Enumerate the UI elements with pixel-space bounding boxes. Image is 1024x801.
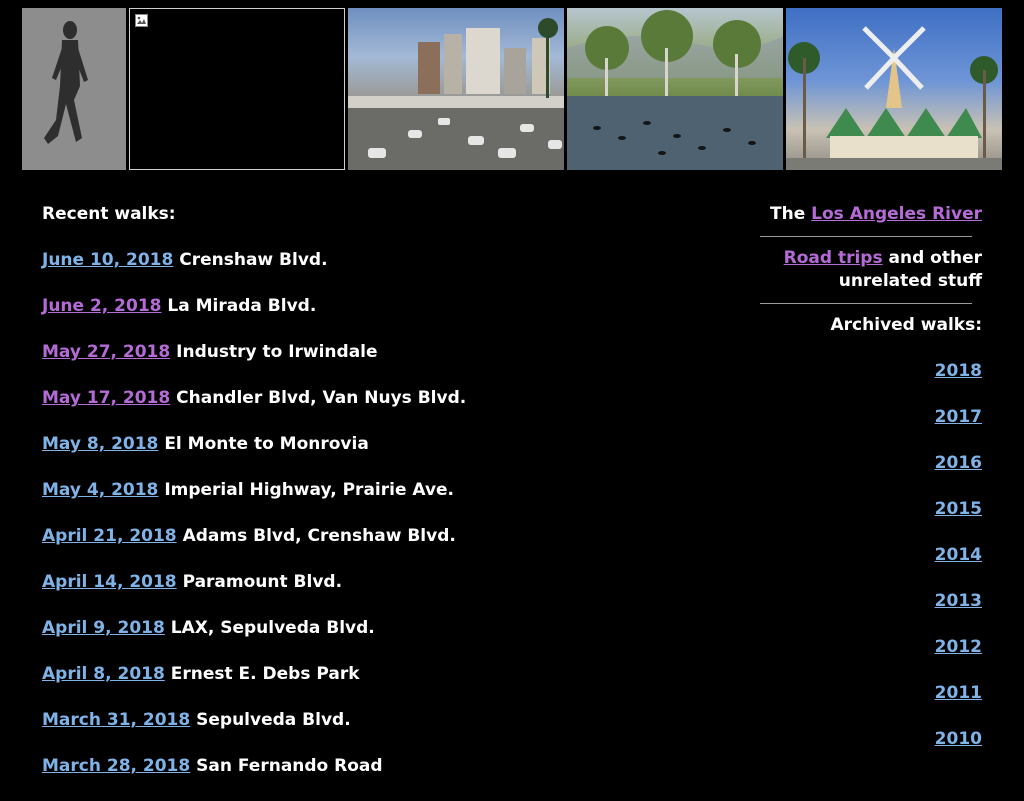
- walk-date-link[interactable]: March 28, 2018: [42, 756, 190, 776]
- walk-date-link[interactable]: May 17, 2018: [42, 388, 170, 408]
- recent-walks-list: June 10, 2018 Crenshaw Blvd. June 2, 201…: [42, 249, 466, 801]
- archive-year-link[interactable]: 2011: [935, 683, 982, 703]
- walk-date-link[interactable]: May 4, 2018: [42, 480, 158, 500]
- walk-title: Chandler Blvd, Van Nuys Blvd.: [176, 388, 467, 408]
- list-item: April 14, 2018 Paramount Blvd.: [42, 571, 466, 617]
- walk-title: Imperial Highway, Prairie Ave.: [164, 480, 455, 500]
- park-lake-photo: [567, 8, 783, 170]
- walk-date-link[interactable]: April 8, 2018: [42, 664, 165, 684]
- archive-year-link[interactable]: 2014: [935, 545, 982, 565]
- walk-date-link[interactable]: March 31, 2018: [42, 710, 190, 730]
- walk-title: La Mirada Blvd.: [167, 296, 317, 316]
- river-prefix: The: [770, 204, 806, 224]
- list-item: April 8, 2018 Ernest E. Debs Park: [42, 663, 466, 709]
- list-item: May 17, 2018 Chandler Blvd, Van Nuys Blv…: [42, 387, 466, 433]
- list-item: 2017: [742, 406, 982, 429]
- list-item: 2013: [742, 590, 982, 613]
- divider: [760, 236, 972, 237]
- archive-year-link[interactable]: 2018: [935, 361, 982, 381]
- sidebar: The Los Angeles River Road trips and oth…: [742, 203, 982, 751]
- broken-image-icon: [135, 14, 148, 27]
- walk-date-link[interactable]: April 9, 2018: [42, 618, 165, 638]
- archive-years-list: 2018 2017 2016 2015 2014 2013 2012 2011 …: [742, 360, 982, 751]
- list-item: May 8, 2018 El Monte to Monrovia: [42, 433, 466, 479]
- archive-year-link[interactable]: 2017: [935, 407, 982, 427]
- walk-title: San Fernando Road: [196, 756, 383, 776]
- walk-date-link[interactable]: April 14, 2018: [42, 572, 177, 592]
- river-line: The Los Angeles River: [742, 203, 982, 226]
- list-item: March 28, 2018 San Fernando Road: [42, 755, 466, 801]
- la-river-link[interactable]: Los Angeles River: [811, 204, 982, 224]
- roadtrips-line: Road trips and other unrelated stuff: [742, 247, 982, 293]
- archive-year-link[interactable]: 2016: [935, 453, 982, 473]
- freeway-photo: [348, 8, 564, 170]
- list-item: 2010: [742, 728, 982, 751]
- walk-title: Sepulveda Blvd.: [196, 710, 351, 730]
- road-trips-link[interactable]: Road trips: [784, 248, 883, 268]
- photo-banner: [22, 8, 1002, 170]
- walk-title: Paramount Blvd.: [182, 572, 343, 592]
- list-item: 2011: [742, 682, 982, 705]
- walk-title: Industry to Irwindale: [176, 342, 378, 362]
- walk-date-link[interactable]: April 21, 2018: [42, 526, 177, 546]
- list-item: 2014: [742, 544, 982, 567]
- list-item: May 4, 2018 Imperial Highway, Prairie Av…: [42, 479, 466, 525]
- walk-date-link[interactable]: June 2, 2018: [42, 296, 162, 316]
- broken-image: [129, 8, 345, 170]
- list-item: 2012: [742, 636, 982, 659]
- list-item: 2016: [742, 452, 982, 475]
- windmill-photo: [786, 8, 1002, 170]
- archive-year-link[interactable]: 2012: [935, 637, 982, 657]
- walk-date-link[interactable]: May 8, 2018: [42, 434, 158, 454]
- list-item: March 31, 2018 Sepulveda Blvd.: [42, 709, 466, 755]
- list-item: April 21, 2018 Adams Blvd, Crenshaw Blvd…: [42, 525, 466, 571]
- walk-date-link[interactable]: June 10, 2018: [42, 250, 173, 270]
- archive-year-link[interactable]: 2010: [935, 729, 982, 749]
- archive-year-link[interactable]: 2015: [935, 499, 982, 519]
- list-item: June 10, 2018 Crenshaw Blvd.: [42, 249, 466, 295]
- list-item: April 9, 2018 LAX, Sepulveda Blvd.: [42, 617, 466, 663]
- walk-title: LAX, Sepulveda Blvd.: [170, 618, 375, 638]
- walk-title: Ernest E. Debs Park: [170, 664, 360, 684]
- list-item: June 2, 2018 La Mirada Blvd.: [42, 295, 466, 341]
- list-item: 2018: [742, 360, 982, 383]
- walk-title: El Monte to Monrovia: [164, 434, 369, 454]
- archive-year-link[interactable]: 2013: [935, 591, 982, 611]
- walk-date-link[interactable]: May 27, 2018: [42, 342, 170, 362]
- divider: [760, 303, 972, 304]
- recent-walks-heading: Recent walks:: [42, 204, 176, 224]
- walker-silhouette: [22, 8, 126, 170]
- walk-title: Crenshaw Blvd.: [179, 250, 328, 270]
- walk-title: Adams Blvd, Crenshaw Blvd.: [182, 526, 456, 546]
- list-item: May 27, 2018 Industry to Irwindale: [42, 341, 466, 387]
- list-item: 2015: [742, 498, 982, 521]
- archived-walks-heading: Archived walks:: [830, 315, 982, 335]
